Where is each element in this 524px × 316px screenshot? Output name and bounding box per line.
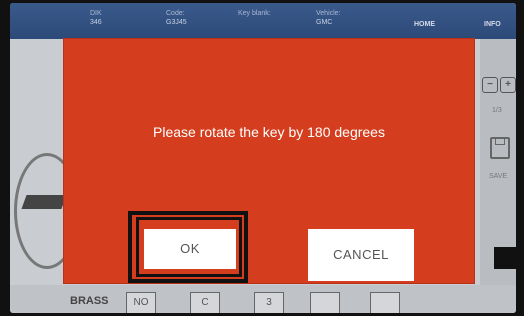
save-icon[interactable] xyxy=(490,137,510,159)
tile-c[interactable]: C xyxy=(190,292,220,313)
header-bar: DIK 346 Code: G3J45 Key blank: Vehicle: … xyxy=(10,3,516,39)
header-key-blank-label: Key blank: xyxy=(238,10,271,17)
header-vehicle: Vehicle: GMC xyxy=(316,9,341,27)
bottom-toolbar: BRASS NO C 3 xyxy=(10,285,516,313)
header-code-value: G3J45 xyxy=(166,19,187,26)
header-vehicle-value: GMC xyxy=(316,19,333,26)
material-label: BRASS xyxy=(70,295,109,307)
tile-tool[interactable] xyxy=(310,292,340,313)
save-label: SAVE xyxy=(489,173,508,180)
rotate-key-dialog: Please rotate the key by 180 degrees OK … xyxy=(64,39,474,283)
home-button[interactable]: HOME xyxy=(414,21,435,28)
header-key-blank: Key blank: xyxy=(238,9,271,18)
side-panel: − + 1/3 SAVE xyxy=(480,39,516,313)
tile-cut[interactable] xyxy=(370,292,400,313)
tile-3[interactable]: 3 xyxy=(254,292,284,313)
key-shape-drawing xyxy=(21,195,67,209)
header-dik-label: DIK xyxy=(90,10,102,17)
info-button[interactable]: INFO xyxy=(484,21,501,28)
header-dik-value: 346 xyxy=(90,19,102,26)
minus-button[interactable]: − xyxy=(482,77,498,93)
page-indicator: 1/3 xyxy=(492,107,502,114)
ok-button[interactable]: OK xyxy=(144,229,236,269)
tile-no[interactable]: NO xyxy=(126,292,156,313)
header-dik: DIK 346 xyxy=(90,9,102,27)
machine-screen: DIK 346 Code: G3J45 Key blank: Vehicle: … xyxy=(10,3,516,313)
color-swatch[interactable] xyxy=(494,247,516,269)
header-vehicle-label: Vehicle: xyxy=(316,10,341,17)
header-code: Code: G3J45 xyxy=(166,9,187,27)
header-code-label: Code: xyxy=(166,10,185,17)
cancel-button[interactable]: CANCEL xyxy=(308,229,414,281)
dialog-message: Please rotate the key by 180 degrees xyxy=(153,124,385,140)
plus-button[interactable]: + xyxy=(500,77,516,93)
